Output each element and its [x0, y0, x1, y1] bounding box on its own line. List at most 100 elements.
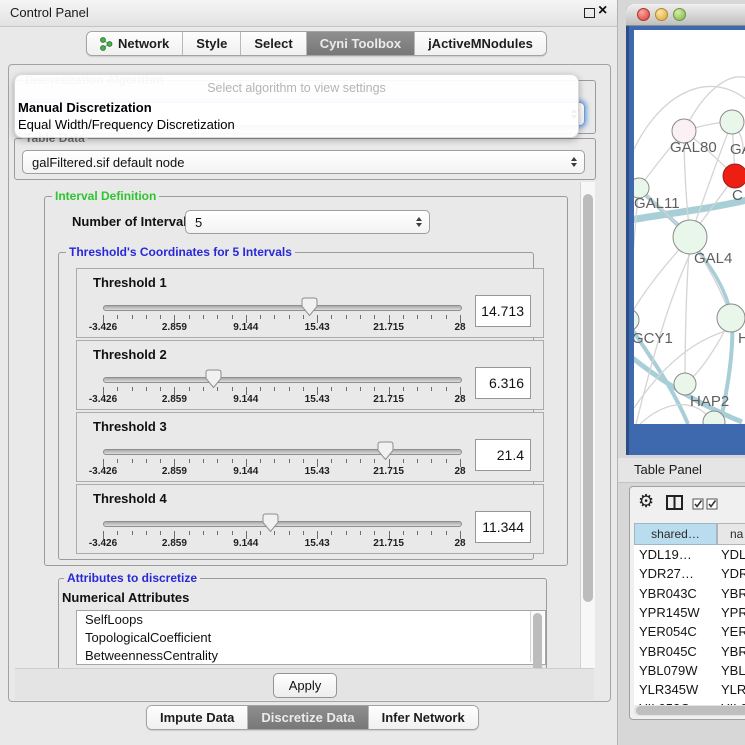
- apply-button[interactable]: Apply: [273, 673, 337, 698]
- slider-tick: [289, 459, 290, 463]
- slider-tick: [117, 531, 118, 535]
- slider-tick: [289, 315, 290, 319]
- tab-jactivemnodules[interactable]: jActiveMNodules: [415, 32, 546, 55]
- threshold-panel-3: Threshold 3-3.4262.8599.14415.4321.71528…: [76, 412, 544, 482]
- slider-tick: [217, 315, 218, 319]
- cell-name: YPR145W: [717, 605, 745, 620]
- table-row[interactable]: YLR345WYLR345W: [634, 680, 745, 699]
- network-node[interactable]: [634, 309, 639, 331]
- threshold-slider-track[interactable]: [103, 377, 462, 383]
- zoom-traffic-light-icon[interactable]: [673, 8, 686, 21]
- tab-discretize-data[interactable]: Discretize Data: [248, 706, 368, 729]
- cell-name: YBL079W: [717, 663, 745, 678]
- table-panel-title: Table Panel: [634, 462, 702, 477]
- tab-infer-network[interactable]: Infer Network: [369, 706, 478, 729]
- table-data-combobox[interactable]: galFiltered.sif default node: [22, 150, 585, 174]
- slider-tick: [132, 531, 133, 535]
- table-row[interactable]: YER054CYER054C: [634, 622, 745, 641]
- slider-tick-label: 9.144: [233, 394, 258, 405]
- threshold-slider-track[interactable]: [103, 449, 462, 455]
- tab-network[interactable]: Network: [87, 32, 183, 55]
- network-node[interactable]: [717, 304, 745, 332]
- slider-tick: [417, 459, 418, 463]
- attributes-scrollbar[interactable]: [530, 611, 544, 662]
- columns-icon[interactable]: [666, 495, 684, 511]
- network-node[interactable]: [720, 110, 744, 134]
- checkbox-checked-icon[interactable]: [706, 498, 719, 510]
- slider-thumb[interactable]: [377, 441, 394, 466]
- column-header-name[interactable]: na: [717, 523, 745, 545]
- slider-tick: [303, 459, 304, 463]
- slider-tick: [374, 459, 375, 463]
- checkbox-checked-icon[interactable]: [692, 498, 705, 510]
- table-row[interactable]: YDR27…YDR27: [634, 564, 745, 583]
- column-header-shared-name[interactable]: shared…: [634, 523, 717, 545]
- close-traffic-light-icon[interactable]: [637, 8, 650, 21]
- tab-label: Select: [254, 36, 292, 51]
- slider-tick: [374, 531, 375, 535]
- slider-tick: [189, 531, 190, 535]
- float-window-icon[interactable]: [584, 8, 595, 18]
- num-intervals-label: Number of Intervals: [72, 214, 194, 229]
- network-node[interactable]: [674, 373, 696, 395]
- table-row[interactable]: YDL19…YDL19: [634, 545, 745, 564]
- slider-tick: [160, 315, 161, 319]
- threshold-value-field[interactable]: 21.4: [475, 439, 531, 471]
- table-row[interactable]: YBL079WYBL079W: [634, 661, 745, 680]
- slider-tick: [289, 531, 290, 535]
- table-row[interactable]: YBR045CYBR045C: [634, 642, 745, 661]
- attribute-list-item[interactable]: BetweennessCentrality: [77, 647, 545, 665]
- tab-cyni-toolbox[interactable]: Cyni Toolbox: [307, 32, 415, 55]
- numerical-attributes-list[interactable]: SelfLoopsTopologicalCoefficientBetweenne…: [76, 610, 546, 665]
- minimize-traffic-light-icon[interactable]: [655, 8, 668, 21]
- threshold-value-field[interactable]: 6.316: [475, 367, 531, 399]
- threshold-panel-1: Threshold 1-3.4262.8599.14415.4321.71528…: [76, 268, 544, 338]
- network-node[interactable]: [723, 164, 745, 188]
- interval-definition-label: Interval Definition: [52, 190, 159, 202]
- num-intervals-combobox[interactable]: 5: [185, 210, 430, 234]
- tab-style[interactable]: Style: [183, 32, 241, 55]
- attributes-scrollbar-thumb[interactable]: [533, 613, 542, 668]
- tab-label: Discretize Data: [261, 710, 354, 725]
- network-node[interactable]: [673, 220, 707, 254]
- slider-thumb[interactable]: [301, 297, 318, 322]
- popup-option-manual[interactable]: Manual Discretization: [18, 100, 152, 115]
- slider-tick-label: 2.859: [162, 538, 187, 549]
- popup-hint: Select algorithm to view settings: [15, 81, 578, 95]
- slider-tick: [232, 315, 233, 319]
- slider-tick: [203, 315, 204, 319]
- slider-tick: [132, 387, 133, 391]
- table-row[interactable]: YPR145WYPR145W: [634, 603, 745, 622]
- popup-option-equal-width[interactable]: Equal Width/Frequency Discretization: [18, 117, 235, 132]
- threshold-slider-track[interactable]: [103, 305, 462, 311]
- slider-tick-label: 15.43: [305, 394, 330, 405]
- slider-tick-label: 15.43: [305, 466, 330, 477]
- threshold-value-field[interactable]: 11.344: [475, 511, 531, 543]
- cell-name: YLR345W: [717, 682, 745, 697]
- gear-icon[interactable]: ⚙: [638, 491, 654, 512]
- settings-scrollbar-thumb[interactable]: [583, 194, 593, 602]
- cell-name: YER054C: [717, 624, 745, 639]
- hscroll-thumb[interactable]: [636, 706, 745, 715]
- threshold-value-field[interactable]: 14.713: [475, 295, 531, 327]
- attribute-list-item[interactable]: TopologicalCoefficient: [77, 629, 545, 647]
- settings-scrollbar[interactable]: [580, 182, 595, 668]
- slider-tick: [217, 531, 218, 535]
- table-body[interactable]: YDL19…YDL19YDR27…YDR27YBR043CYBR043CYPR1…: [634, 545, 745, 705]
- slider-thumb[interactable]: [205, 369, 222, 394]
- threshold-slider-track[interactable]: [103, 521, 462, 527]
- table-horizontal-scrollbar[interactable]: [634, 705, 745, 716]
- attribute-list-item[interactable]: SelfLoops: [77, 611, 545, 629]
- cell-name: YDL19: [717, 547, 745, 562]
- slider-tick: [274, 387, 275, 391]
- slider-tick: [360, 315, 361, 319]
- tab-label: Infer Network: [382, 710, 465, 725]
- tab-impute-data[interactable]: Impute Data: [147, 706, 248, 729]
- network-canvas[interactable]: GAL80GACGAL11GAL4GCY1HHAP2: [634, 30, 745, 424]
- table-row[interactable]: YBR043CYBR043C: [634, 584, 745, 603]
- slider-tick-label: 15.43: [305, 538, 330, 549]
- close-icon[interactable]: ×: [598, 2, 607, 20]
- slider-thumb[interactable]: [262, 513, 279, 538]
- tab-select[interactable]: Select: [241, 32, 306, 55]
- tab-label: jActiveMNodules: [428, 36, 533, 51]
